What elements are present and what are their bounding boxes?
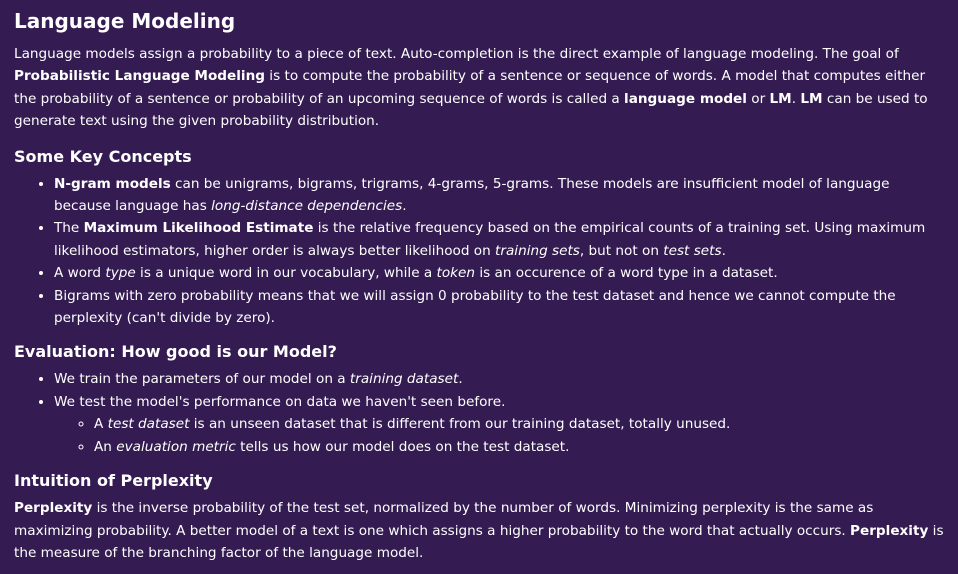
perplexity-paragraph: Perplexity is the inverse probability of… <box>14 497 944 564</box>
sub-list-item: An evaluation metric tells us how our mo… <box>94 436 944 458</box>
text-run: . <box>721 242 726 259</box>
key-concepts-list: N-gram models can be unigrams, bigrams, … <box>14 173 944 330</box>
text-run: is the inverse probability of the test s… <box>14 500 874 539</box>
evaluation-heading: Evaluation: How good is our Model? <box>14 342 337 362</box>
text-run: is an unseen dataset that is different f… <box>189 416 731 433</box>
bold-term: Perplexity <box>14 500 93 517</box>
text-run: is an occurence of a word type in a data… <box>475 265 778 282</box>
text-run: is a unique word in our vocabulary, whil… <box>135 265 437 282</box>
italic-term: token <box>436 265 476 282</box>
italic-term: training dataset <box>349 371 459 388</box>
italic-term: test dataset <box>107 416 190 433</box>
italic-term: type <box>105 265 136 282</box>
page-title: Language Modeling <box>14 9 236 33</box>
text-run: An <box>94 438 117 455</box>
text-run: tells us how our model does on the test … <box>235 438 570 455</box>
intro-paragraph: Language models assign a probability to … <box>14 43 944 133</box>
bold-term: LM <box>769 90 792 107</box>
italic-term: evaluation metric <box>116 438 236 455</box>
sub-list-item: A test dataset is an unseen dataset that… <box>94 413 944 435</box>
list-item: A word type is a unique word in our voca… <box>54 262 944 284</box>
italic-term: long-distance dependencies <box>211 198 403 215</box>
text-run: A word <box>54 265 106 282</box>
document-page: Language Modeling Language models assign… <box>0 0 958 564</box>
list-item: N-gram models can be unigrams, bigrams, … <box>54 173 944 218</box>
text-run: . <box>458 371 463 388</box>
text-run: We train the parameters of our model on … <box>54 371 350 388</box>
perplexity-heading: Intuition of Perplexity <box>14 471 213 491</box>
text-run: Language models assign a probability to … <box>14 46 899 62</box>
bold-term: LM <box>800 90 823 107</box>
list-item: We test the model's performance on data … <box>54 391 944 458</box>
evaluation-sub-list: A test dataset is an unseen dataset that… <box>54 413 944 458</box>
list-item: The Maximum Likelihood Estimate is the r… <box>54 217 944 262</box>
list-item-text: We test the model's performance on data … <box>54 394 505 410</box>
italic-term: training sets <box>495 242 580 259</box>
key-concepts-heading: Some Key Concepts <box>14 146 192 166</box>
bold-term: language model <box>624 90 747 107</box>
bold-term: Perplexity <box>850 522 929 539</box>
bold-term: Maximum Likelihood Estimate <box>83 220 314 237</box>
bold-term: N-gram models <box>54 175 171 192</box>
text-run: can be unigrams, bigrams, trigrams, 4-gr… <box>54 175 890 215</box>
evaluation-list: We train the parameters of our model on … <box>14 368 944 458</box>
italic-term: test sets <box>663 242 722 259</box>
bold-term: Probabilistic Language Modeling <box>14 68 265 85</box>
text-run: The <box>54 220 84 237</box>
list-item: We train the parameters of our model on … <box>54 368 944 390</box>
text-run: or <box>746 90 770 107</box>
list-item: Bigrams with zero probability means that… <box>54 285 944 330</box>
text-run: A <box>94 416 108 433</box>
text-run: We test the model's performance on data … <box>54 393 506 410</box>
text-run: Bigrams with zero probability means that… <box>54 287 896 327</box>
text-run: . <box>402 198 407 215</box>
text-run: , but not on <box>579 242 664 259</box>
